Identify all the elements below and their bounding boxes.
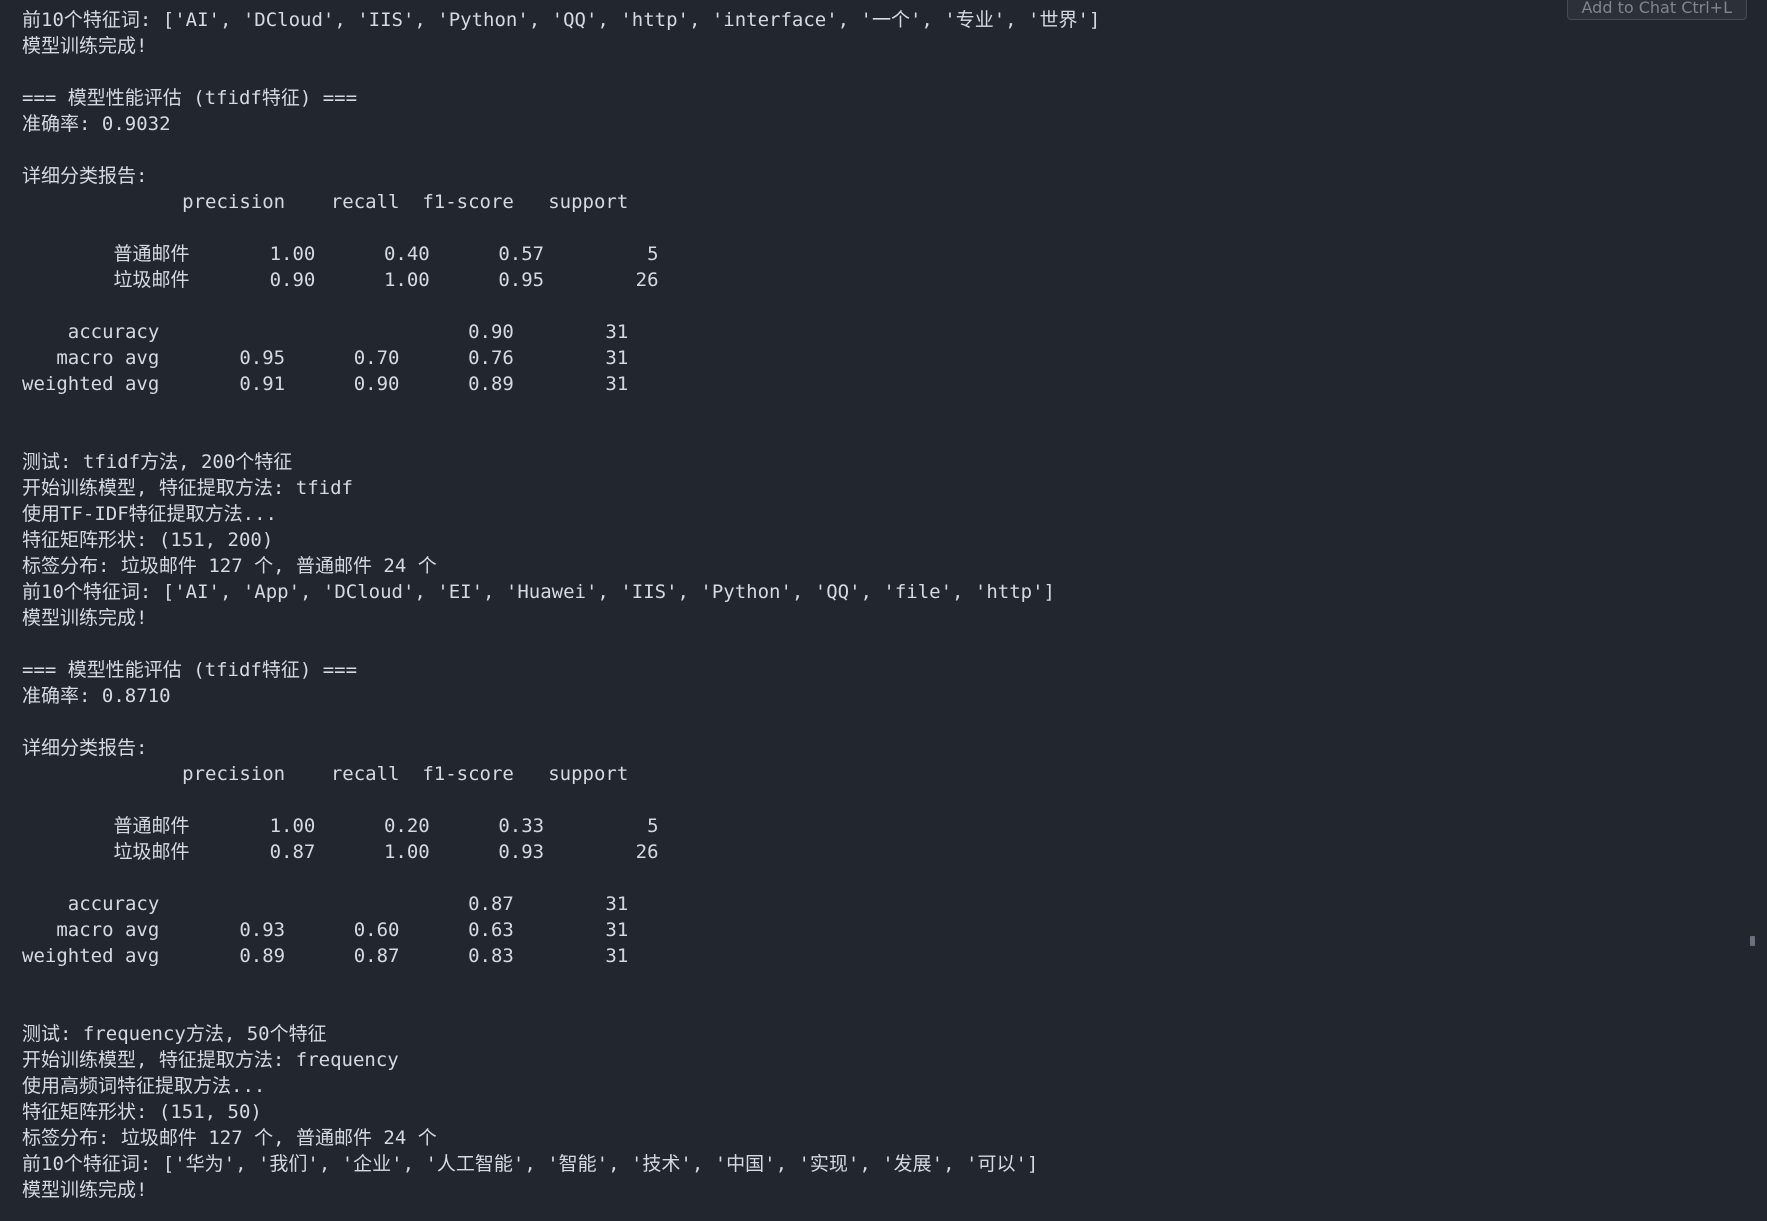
terminal-line: 前10个特征词: ['AI', 'DCloud', 'IIS', 'Python…: [22, 9, 1101, 31]
terminal-line: 准确率: 0.8710: [22, 685, 171, 707]
terminal-line: 垃圾邮件 0.90 1.00 0.95 26: [22, 269, 659, 291]
terminal-line: 前10个特征词: ['AI', 'App', 'DCloud', 'EI', '…: [22, 581, 1055, 603]
add-to-chat-button[interactable]: Add to Chat Ctrl+L: [1566, 0, 1747, 20]
scrollbar-marker[interactable]: [1750, 936, 1755, 946]
terminal-line: 模型训练完成!: [22, 35, 148, 57]
terminal-line: weighted avg 0.91 0.90 0.89 31: [22, 373, 629, 395]
terminal-line: weighted avg 0.89 0.87 0.83 31: [22, 945, 629, 967]
terminal-line: 普通邮件 1.00 0.40 0.57 5: [22, 243, 659, 265]
terminal-line: 详细分类报告:: [22, 165, 148, 187]
terminal-line: === 模型性能评估 (tfidf特征) ===: [22, 659, 358, 681]
terminal-line: 前10个特征词: ['华为', '我们', '企业', '人工智能', '智能'…: [22, 1153, 1039, 1175]
terminal-line: macro avg 0.93 0.60 0.63 31: [22, 919, 629, 941]
terminal-output: 前10个特征词: ['AI', 'DCloud', 'IIS', 'Python…: [22, 7, 1727, 1221]
terminal-line: 使用TF-IDF特征提取方法...: [22, 503, 277, 525]
terminal-line: accuracy 0.90 31: [22, 321, 629, 343]
terminal-line: 特征矩阵形状: (151, 200): [22, 529, 274, 551]
terminal-line: 开始训练模型, 特征提取方法: frequency: [22, 1049, 399, 1071]
terminal-line: 开始训练模型, 特征提取方法: tfidf: [22, 477, 353, 499]
terminal-line: macro avg 0.95 0.70 0.76 31: [22, 347, 629, 369]
terminal-line: 模型训练完成!: [22, 607, 148, 629]
terminal-line: precision recall f1-score support: [22, 191, 629, 213]
terminal-line: 详细分类报告:: [22, 737, 148, 759]
terminal-line: 测试: frequency方法, 50个特征: [22, 1023, 327, 1045]
terminal-line: 使用高频词特征提取方法...: [22, 1075, 266, 1097]
terminal-line: accuracy 0.87 31: [22, 893, 629, 915]
terminal-line: 特征矩阵形状: (151, 50): [22, 1101, 262, 1123]
terminal-line: === 模型性能评估 (tfidf特征) ===: [22, 87, 358, 109]
terminal-line: 准确率: 0.9032: [22, 113, 171, 135]
terminal-line: 标签分布: 垃圾邮件 127 个, 普通邮件 24 个: [22, 1127, 437, 1149]
terminal-line: 垃圾邮件 0.87 1.00 0.93 26: [22, 841, 659, 863]
terminal-line: 普通邮件 1.00 0.20 0.33 5: [22, 815, 659, 837]
terminal-line: precision recall f1-score support: [22, 763, 629, 785]
terminal-line: 测试: tfidf方法, 200个特征: [22, 451, 293, 473]
terminal-line: 标签分布: 垃圾邮件 127 个, 普通邮件 24 个: [22, 555, 437, 577]
terminal-line: 模型训练完成!: [22, 1179, 148, 1201]
